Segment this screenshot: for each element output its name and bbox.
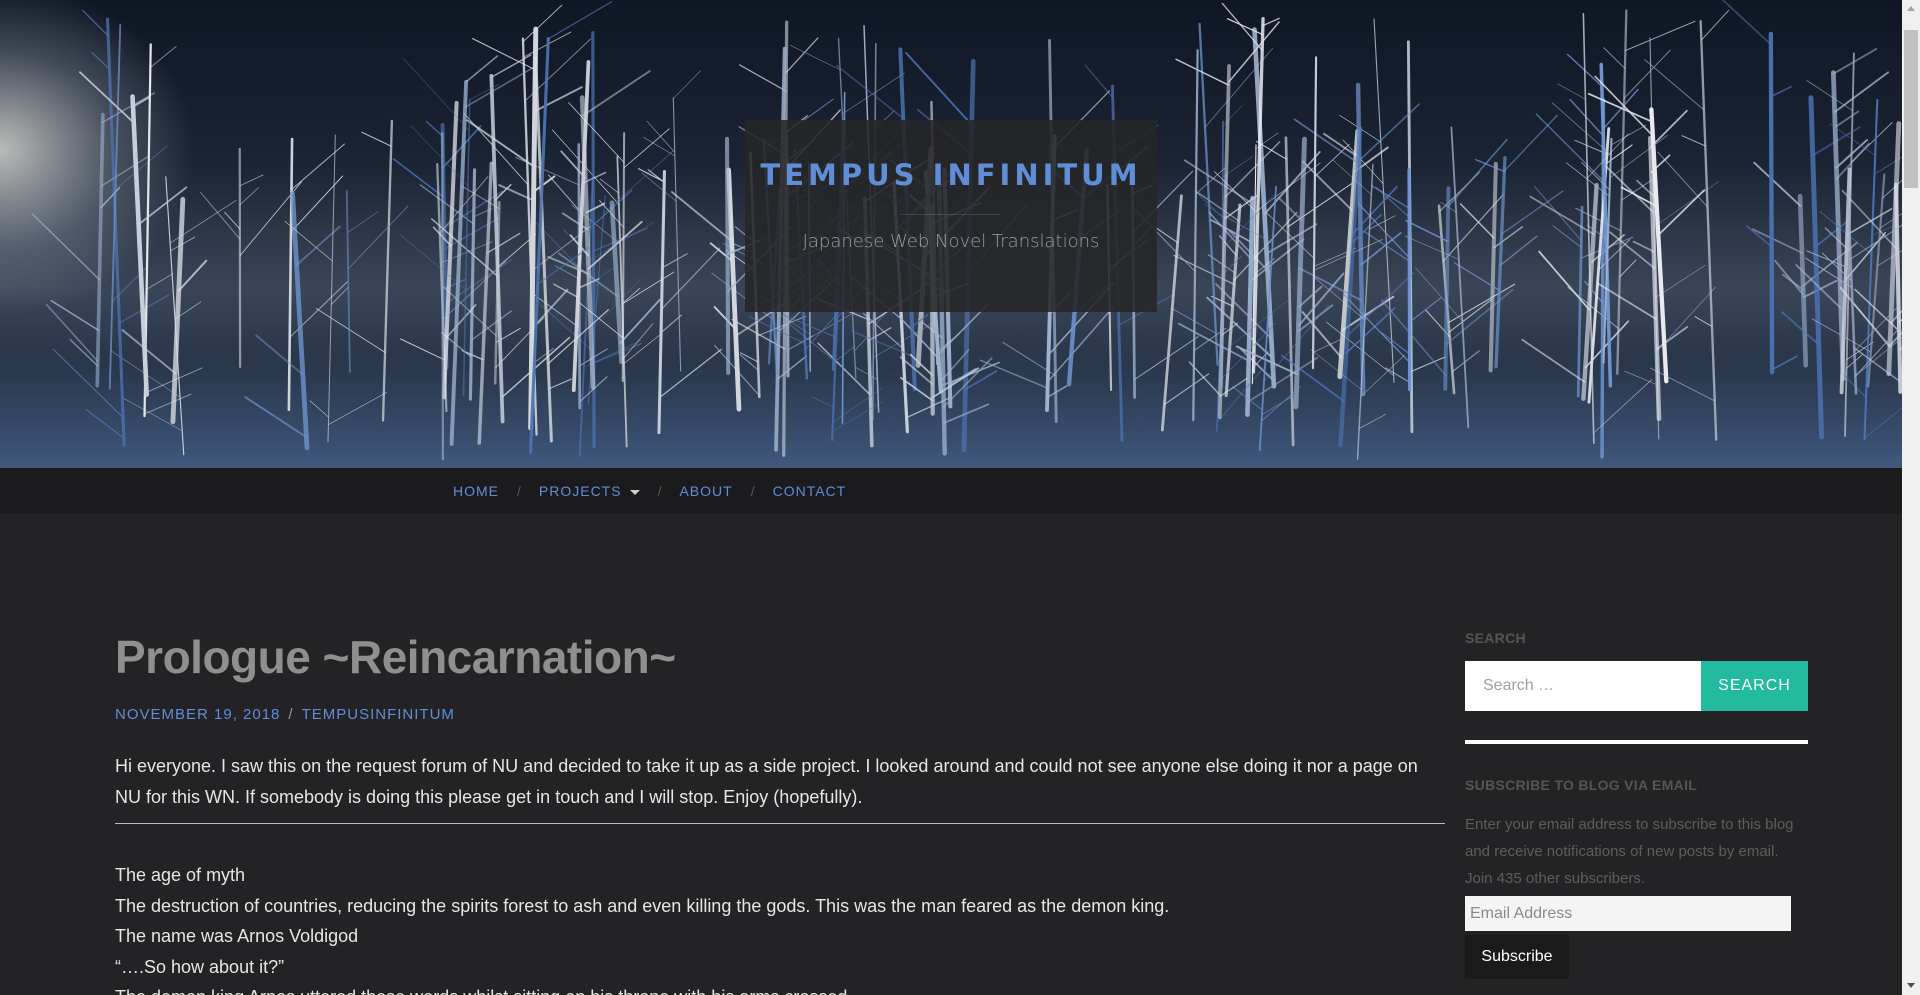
dropdown-caret-icon <box>629 489 640 495</box>
story-line: “….So how about it?” <box>115 956 285 977</box>
subscribe-description: Enter your email address to subscribe to… <box>1465 816 1794 887</box>
story-line: The demon king Arnos uttered these words… <box>115 982 1445 995</box>
site-description: Japanese Web Novel Translations <box>802 231 1100 252</box>
content-divider <box>115 823 1445 824</box>
site-branding: TEMPUS INFINITUM Japanese Web Novel Tran… <box>745 120 1157 312</box>
site-title-link[interactable]: TEMPUS INFINITUM <box>745 158 1157 192</box>
nav-item-projects[interactable]: PROJECTS <box>539 483 640 499</box>
nav-item-about[interactable]: ABOUT <box>679 483 732 499</box>
post-intro: Hi everyone. I saw this on the request f… <box>115 756 1418 807</box>
story-line: The destruction of countries, reducing t… <box>115 895 1170 916</box>
nav-separator: / <box>750 483 755 499</box>
nav-item-projects-label: PROJECTS <box>538 483 622 499</box>
nav-separator: / <box>657 483 662 499</box>
post-meta: NOVEMBER 19, 2018 / TEMPUSINFINITUM <box>115 706 1445 723</box>
header-banner: TEMPUS INFINITUM Japanese Web Novel Tran… <box>0 0 1902 468</box>
search-button[interactable]: SEARCH <box>1701 661 1808 711</box>
scroll-down-arrow-icon[interactable] <box>1907 983 1915 988</box>
post-body: The age of myth The destruction of count… <box>115 860 1445 995</box>
sidebar: SEARCH SEARCH SUBSCRIBE TO BLOG VIA EMAI… <box>1465 630 1808 979</box>
nav-item-contact[interactable]: CONTACT <box>773 483 847 499</box>
widget-divider <box>1465 740 1808 744</box>
scroll-up-arrow-icon[interactable] <box>1907 6 1915 11</box>
meta-separator: / <box>288 706 294 723</box>
scrollbar-thumb[interactable] <box>1904 30 1918 188</box>
nav-separator: / <box>517 483 521 499</box>
search-form: SEARCH <box>1465 661 1808 711</box>
search-input[interactable] <box>1465 661 1701 711</box>
search-widget-title: SEARCH <box>1465 630 1526 646</box>
nav-item-home[interactable]: HOME <box>453 483 499 499</box>
post-author-link[interactable]: TEMPUSINFINITUM <box>302 706 455 723</box>
email-field[interactable] <box>1465 896 1791 931</box>
post-date-link[interactable]: NOVEMBER 19, 2018 <box>115 706 280 723</box>
primary-navigation: HOME / PROJECTS / ABOUT / CONTACT <box>0 468 1902 514</box>
post-title: Prologue ~Reincarnation~ <box>115 631 676 683</box>
story-line: The name was Arnos Voldigod <box>115 926 359 946</box>
post-article: Prologue ~Reincarnation~ NOVEMBER 19, 20… <box>115 630 1445 995</box>
story-line: The age of myth <box>115 865 246 885</box>
title-divider <box>901 214 1001 215</box>
page-scrollbar[interactable] <box>1902 0 1920 995</box>
subscribe-widget-title: SUBSCRIBE TO BLOG VIA EMAIL <box>1465 777 1698 793</box>
subscribe-button[interactable]: Subscribe <box>1465 935 1569 979</box>
